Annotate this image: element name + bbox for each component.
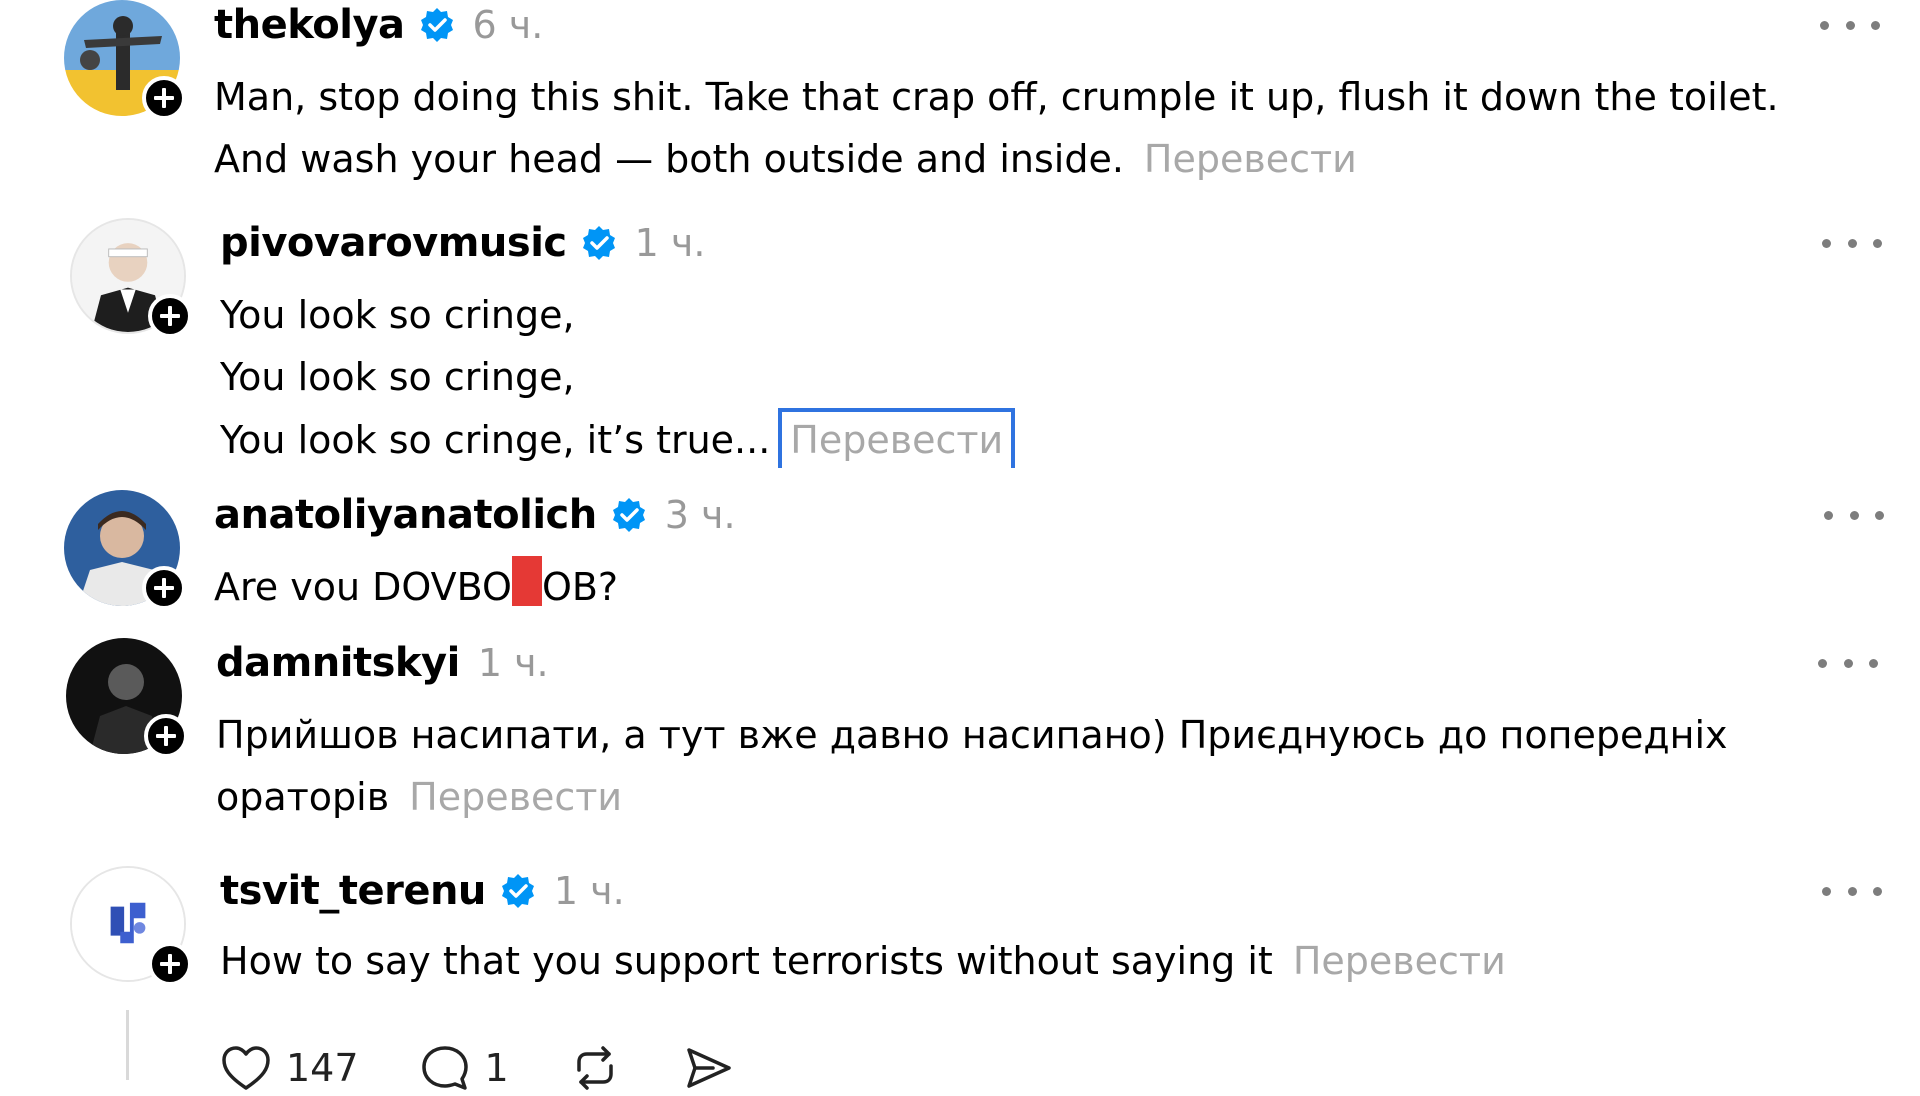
comment-icon: [421, 1046, 468, 1090]
more-icon: [1822, 886, 1831, 896]
more-options-button[interactable]: [1824, 500, 1884, 530]
translate-link[interactable]: Перевести: [778, 408, 1016, 468]
heart-icon: [222, 1046, 270, 1090]
avatar-damnitskyi[interactable]: [66, 638, 188, 758]
more-options-button[interactable]: [1820, 10, 1880, 40]
more-options-button[interactable]: [1822, 876, 1882, 906]
follow-button[interactable]: [148, 294, 192, 338]
reply-count: 1: [484, 1046, 509, 1090]
follow-button[interactable]: [144, 714, 188, 758]
username[interactable]: pivovarovmusic: [220, 220, 567, 266]
comment-header: damnitskyi 1 ч.: [216, 638, 549, 688]
repost-icon: [576, 1046, 613, 1090]
comment-text: Man, stop doing this shit. Take that cra…: [214, 66, 1779, 190]
timestamp: 3 ч.: [664, 493, 736, 537]
plus-icon: [160, 954, 180, 974]
comment-header: tsvit_terenu 1 ч.: [220, 866, 625, 916]
follow-button[interactable]: [142, 76, 186, 120]
more-icon-dot: [1875, 510, 1884, 520]
more-icon-dot: [1847, 238, 1857, 248]
plus-icon: [156, 726, 176, 746]
comment-line: You look so cringe,: [220, 293, 575, 337]
comment-header: pivovarovmusic 1 ч.: [220, 218, 705, 268]
comment-line-text: And wash your head — both outside and in…: [214, 137, 1124, 181]
plus-icon: [160, 306, 180, 326]
timestamp: 1 ч.: [477, 641, 549, 685]
verified-icon: [419, 7, 455, 43]
comment-line: You look so cringe,: [220, 355, 575, 399]
comment-line-last: And wash your head — both outside and in…: [214, 128, 1779, 190]
comment-header: anatoliyanatolich 3 ч.: [214, 490, 736, 540]
comment-line: Man, stop doing this shit. Take that cra…: [214, 75, 1779, 119]
username[interactable]: anatoliyanatolich: [214, 492, 597, 538]
more-icon-dot: [1847, 886, 1857, 896]
timestamp: 1 ч.: [553, 869, 625, 913]
comment-line-last: You look so cringe, it’s true... Перевест…: [220, 408, 1016, 471]
more-icon-dot: [1849, 510, 1859, 520]
more-icon-dot: [1873, 238, 1882, 248]
plus-icon: [154, 578, 174, 598]
comment-line-text: How to say that you support terrorists w…: [220, 939, 1273, 983]
post-actions-bar: 147 1: [218, 1040, 795, 1096]
thread-line: [126, 1010, 129, 1080]
comment-line-last: ораторів Перевести: [216, 766, 1727, 828]
avatar-thekolya[interactable]: [64, 0, 186, 120]
verified-icon: [500, 873, 536, 909]
more-icon: [1820, 20, 1829, 30]
more-icon: [1822, 238, 1831, 248]
comment-text-after: OB?: [541, 565, 619, 609]
follow-button[interactable]: [142, 566, 186, 610]
reply-button[interactable]: 1: [417, 1040, 509, 1096]
share-button[interactable]: [681, 1040, 737, 1096]
comment-line-text: ораторів: [216, 775, 390, 819]
timestamp: 1 ч.: [634, 221, 706, 265]
comment-line: Прийшов насипати, а тут вже давно насипа…: [216, 713, 1728, 757]
translate-link[interactable]: Перевести: [1293, 939, 1506, 983]
avatar-tsvit-terenu[interactable]: [70, 866, 192, 986]
verified-icon: [581, 225, 617, 261]
more-options-button[interactable]: [1822, 228, 1882, 258]
verified-icon: [611, 497, 647, 533]
comment-text: Are vou DOVBO OB?: [214, 556, 618, 618]
redaction-mark: [511, 556, 542, 606]
repost-button[interactable]: [567, 1040, 623, 1096]
more-icon-dot: [1873, 886, 1882, 896]
comment-text: How to say that you support terrorists w…: [220, 930, 1506, 992]
more-options-button[interactable]: [1818, 648, 1878, 678]
comment-line-text: You look so cringe, it’s true...: [220, 418, 771, 462]
more-icon-dot: [1845, 20, 1855, 30]
like-count: 147: [286, 1046, 359, 1090]
comment-text-before: Are vou DOVBO: [214, 565, 512, 609]
username[interactable]: damnitskyi: [216, 640, 460, 686]
translate-link[interactable]: Перевести: [409, 775, 622, 819]
timestamp: 6 ч.: [472, 3, 544, 47]
more-icon: [1824, 510, 1833, 520]
more-icon-dot: [1843, 658, 1853, 668]
more-icon: [1818, 658, 1827, 668]
follow-button[interactable]: [148, 942, 192, 986]
username[interactable]: tsvit_terenu: [220, 868, 486, 914]
translate-link[interactable]: Перевести: [1144, 137, 1357, 181]
comment-text: You look so cringe, You look so cringe, …: [220, 284, 1016, 471]
avatar-anatoliyanatolich[interactable]: [64, 490, 186, 610]
plus-icon: [154, 88, 174, 108]
more-icon-dot: [1871, 20, 1880, 30]
username[interactable]: thekolya: [214, 2, 405, 48]
like-button[interactable]: 147: [218, 1040, 359, 1096]
comment-header: thekolya 6 ч.: [214, 0, 543, 50]
share-icon: [686, 1048, 731, 1088]
avatar-pivovarovmusic[interactable]: [70, 218, 192, 338]
comment-text: Прийшов насипати, а тут вже давно насипа…: [216, 704, 1727, 828]
more-icon-dot: [1869, 658, 1878, 668]
